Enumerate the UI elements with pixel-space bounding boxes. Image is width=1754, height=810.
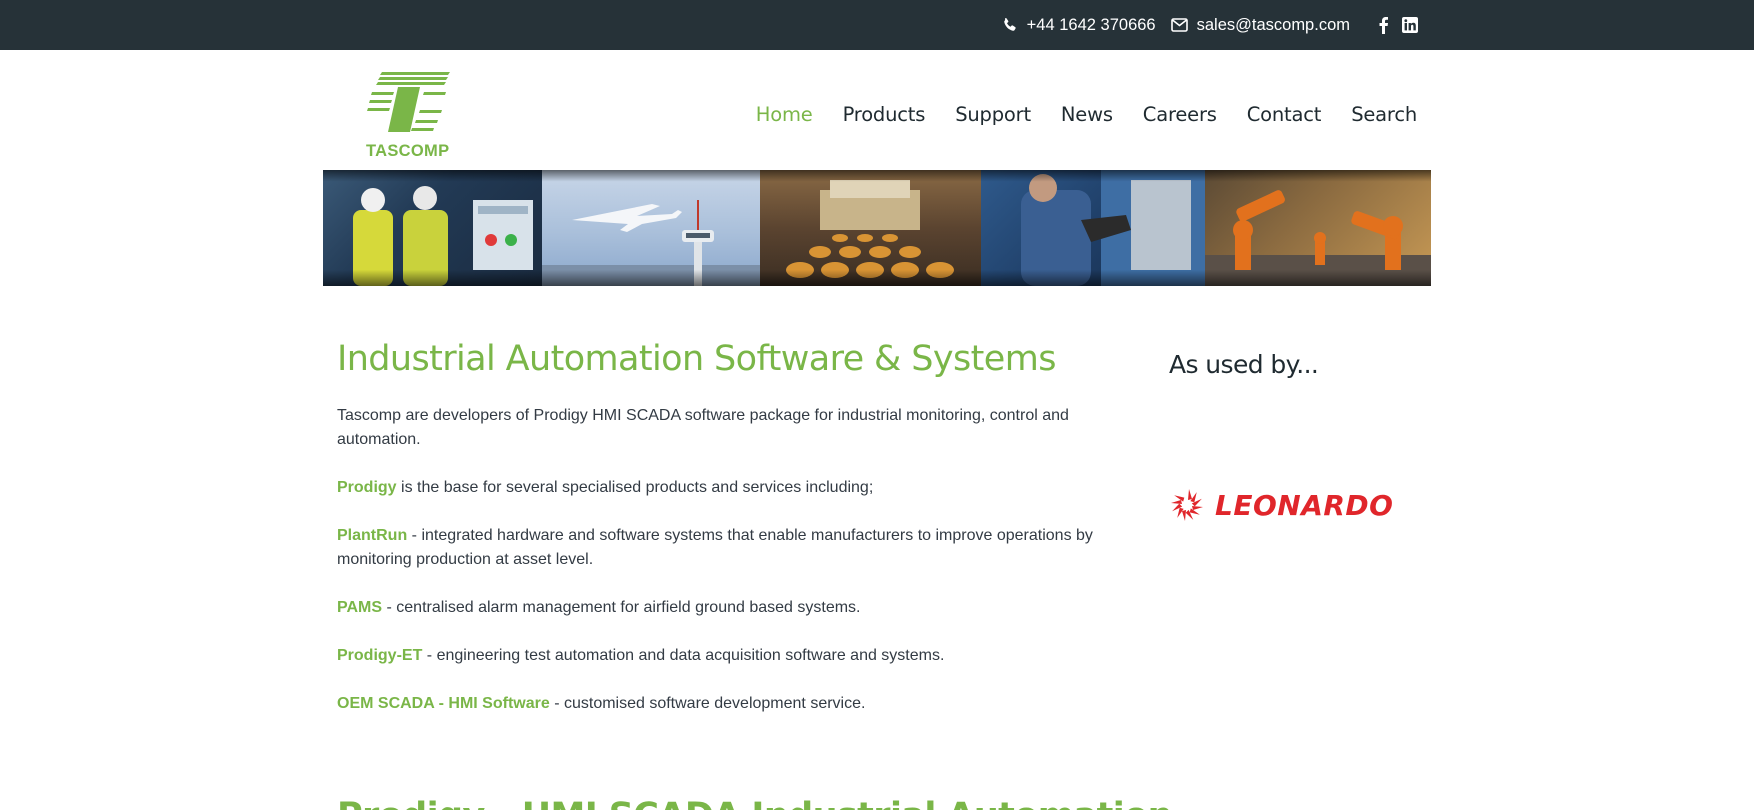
product-description: is the base for several specialised prod… bbox=[396, 478, 874, 496]
prodigy-link[interactable]: Prodigy bbox=[337, 479, 397, 496]
phone-icon bbox=[1002, 17, 1018, 33]
product-item-plantrun: PlantRun - integrated hardware and softw… bbox=[337, 524, 1097, 572]
intro-paragraph: Tascomp are developers of Prodigy HMI SC… bbox=[337, 406, 1069, 448]
sidebar-clients: As used by... LEONARDO bbox=[1169, 350, 1431, 522]
product-item-prodigy: Prodigy is the base for several speciali… bbox=[337, 476, 1097, 500]
nav-news[interactable]: News bbox=[1061, 103, 1113, 126]
product-item-oem-scada: OEM SCADA - HMI Software - customised so… bbox=[337, 692, 1097, 716]
leonardo-emblem-icon bbox=[1171, 489, 1203, 521]
email-link[interactable]: sales@tascomp.com bbox=[1197, 16, 1350, 35]
client-logo-leonardo: LEONARDO bbox=[1169, 482, 1399, 528]
banner-image-airport bbox=[542, 170, 760, 286]
contact-strip: +44 1642 370666 sales@tascomp.com bbox=[1002, 0, 1418, 50]
tascomp-logo-mark bbox=[367, 72, 450, 132]
nav-search[interactable]: Search bbox=[1351, 103, 1417, 126]
phone-link[interactable]: +44 1642 370666 bbox=[1027, 16, 1156, 35]
product-item-pams: PAMS - centralised alarm management for … bbox=[337, 596, 1097, 620]
product-description: - customised software development servic… bbox=[549, 694, 866, 712]
banner-image-bakery bbox=[760, 170, 981, 286]
banner-image-robots bbox=[1205, 170, 1431, 286]
product-description: - engineering test automation and data a… bbox=[422, 646, 945, 664]
client-logo-text: LEONARDO bbox=[1215, 488, 1394, 522]
product-item-prodigy-et: Prodigy-ET - engineering test automation… bbox=[337, 644, 1097, 668]
banner-image-technician bbox=[981, 170, 1205, 286]
nav-home[interactable]: Home bbox=[756, 103, 813, 126]
pams-link[interactable]: PAMS bbox=[337, 599, 382, 616]
nav-careers[interactable]: Careers bbox=[1143, 103, 1217, 126]
sidebar-title: As used by... bbox=[1169, 350, 1319, 379]
top-bar: +44 1642 370666 sales@tascomp.com bbox=[0, 0, 1754, 50]
main-content: Industrial Automation Software & Systems… bbox=[337, 340, 1097, 716]
oem-scada-link[interactable]: OEM SCADA - HMI Software bbox=[337, 695, 550, 712]
banner-image-engineers bbox=[323, 170, 542, 286]
linkedin-icon[interactable] bbox=[1402, 17, 1418, 33]
product-description: - integrated hardware and software syste… bbox=[337, 526, 1093, 568]
prodigy-et-link[interactable]: Prodigy-ET bbox=[337, 647, 422, 664]
nav-contact[interactable]: Contact bbox=[1247, 103, 1322, 126]
tascomp-logo[interactable]: TASCOMP bbox=[364, 70, 456, 162]
section-title-prodigy: Prodigy - HMI SCADA Industrial Automatio… bbox=[337, 796, 1173, 810]
product-description: - centralised alarm management for airfi… bbox=[382, 598, 861, 616]
hero-banner bbox=[323, 170, 1431, 286]
facebook-icon[interactable] bbox=[1378, 16, 1389, 34]
main-nav: Home Products Support News Careers Conta… bbox=[756, 103, 1417, 126]
mail-icon bbox=[1170, 18, 1188, 32]
nav-support[interactable]: Support bbox=[955, 103, 1031, 126]
plantrun-link[interactable]: PlantRun bbox=[337, 527, 407, 544]
page-title: Industrial Automation Software & Systems bbox=[337, 339, 1056, 379]
nav-products[interactable]: Products bbox=[843, 103, 926, 126]
logo-text: TASCOMP bbox=[366, 142, 450, 160]
